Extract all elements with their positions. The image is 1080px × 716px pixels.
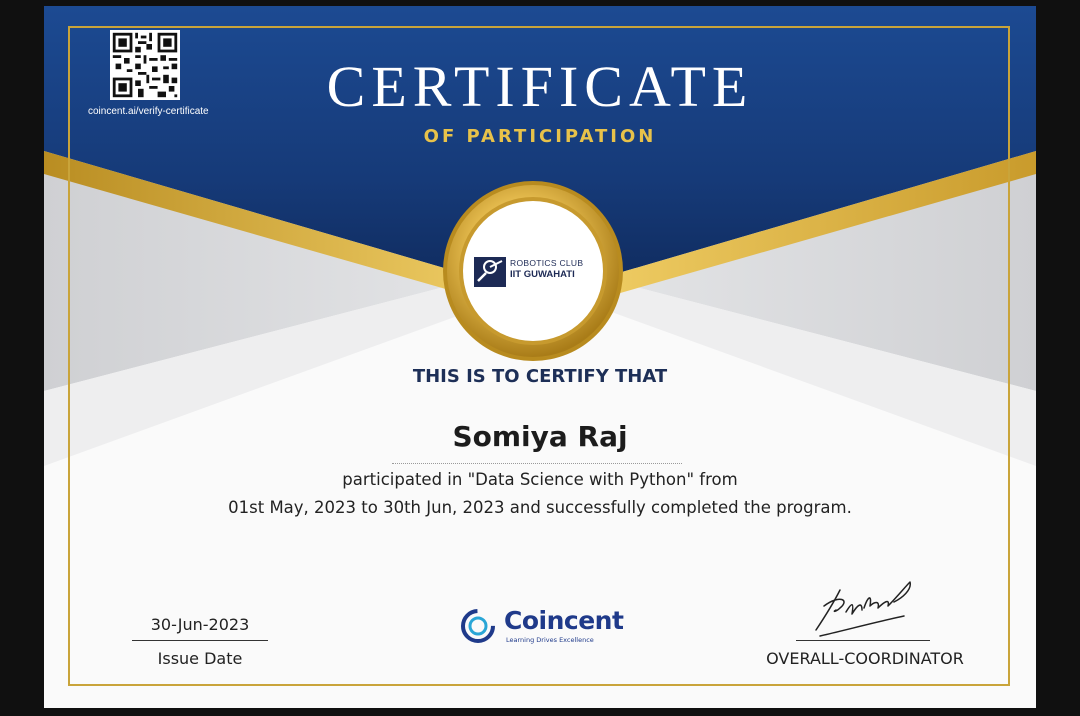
certificate: coincent.ai/verify-certificate CERTIFICA… [44,6,1036,708]
issue-date-label: Issue Date [157,649,243,668]
issue-date-rule [132,640,268,641]
certificate-subtitle: OF PARTICIPATION [423,126,657,147]
seal-institute-name: IIT GUWAHATI [510,269,575,280]
signature-icon [815,581,911,637]
brand-name: Coincent [504,606,624,635]
signatory-role: OVERALL-COORDINATOR [766,649,964,668]
certify-heading: THIS IS TO CERTIFY THAT [412,366,668,387]
brand-tagline: Learning Drives Excellence [506,636,594,644]
body-text-line-2: 01st May, 2023 to 30th Jun, 2023 and suc… [228,498,852,517]
certificate-title: CERTIFICATE [326,54,754,119]
signature-rule [796,640,930,641]
seal-club-name: ROBOTICS CLUB [510,258,584,268]
coincent-logo-icon [461,609,495,643]
body-text-line-1: participated in "Data Science with Pytho… [342,470,738,489]
recipient-name: Somiya Raj [452,420,628,453]
name-underline [392,463,682,464]
issue-date-value: 30-Jun-2023 [150,615,250,634]
